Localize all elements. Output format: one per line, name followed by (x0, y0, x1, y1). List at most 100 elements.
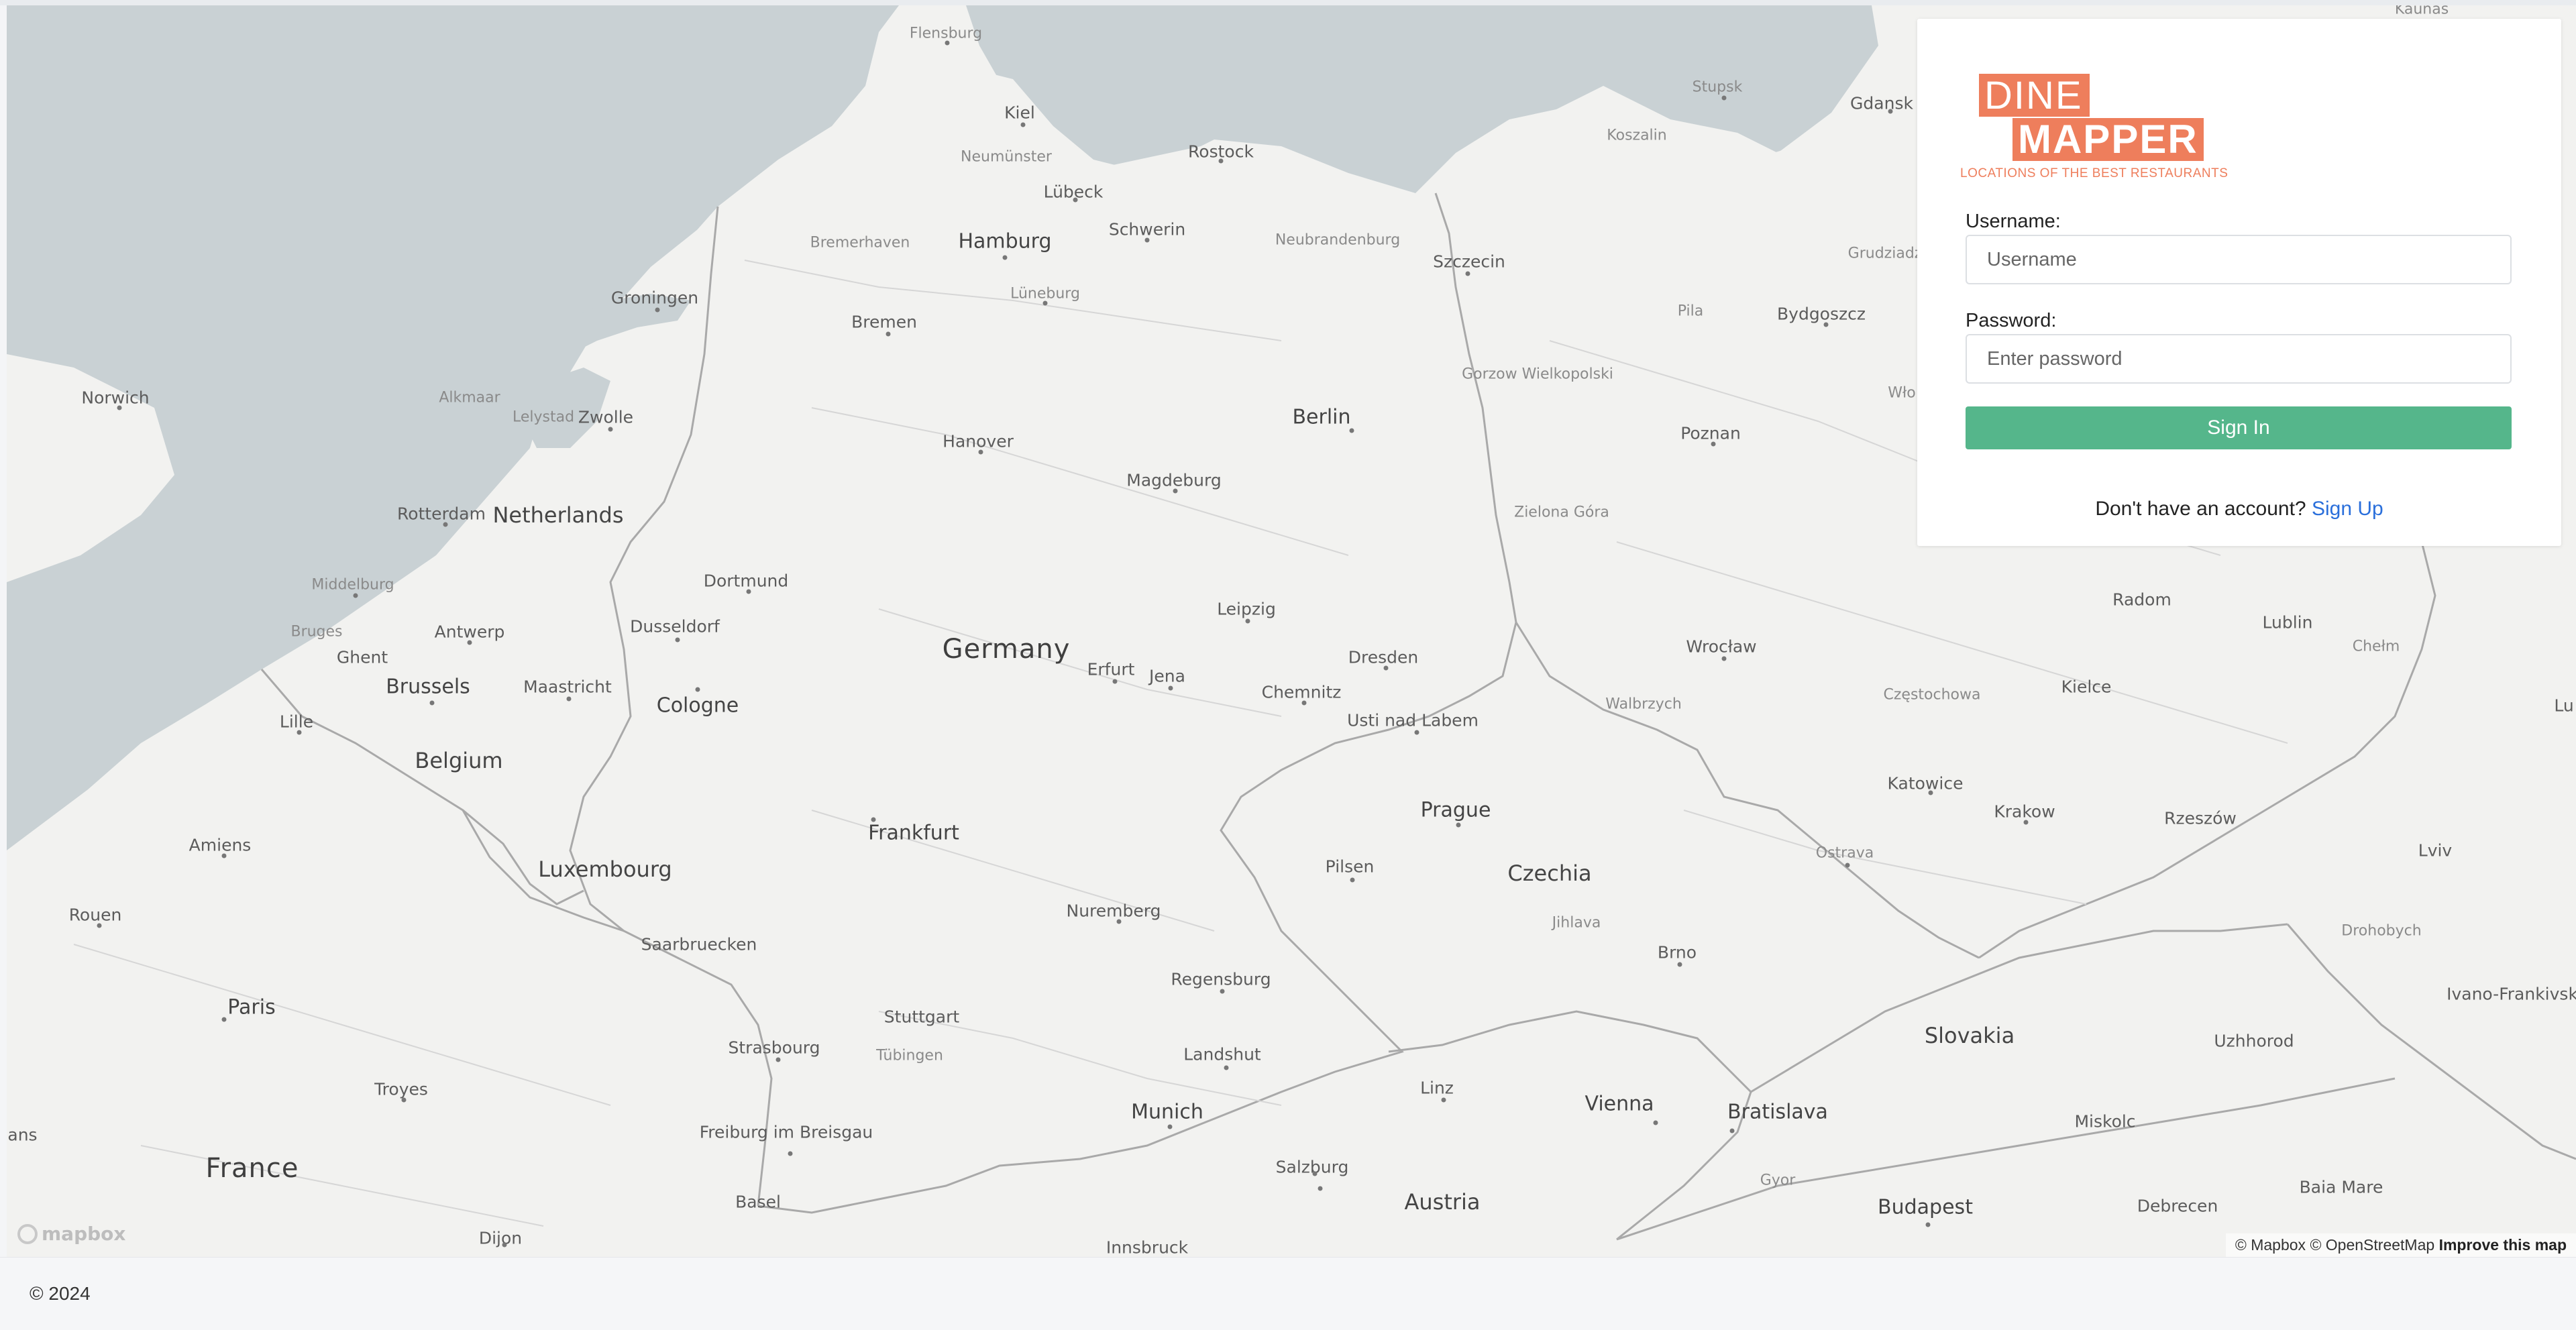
map-label-koszalin: Koszalin (1607, 127, 1667, 144)
map-label-austria: Austria (1404, 1189, 1481, 1215)
map-label-budapest: Budapest (1878, 1195, 1973, 1219)
city-dot (1925, 1222, 1931, 1227)
map-label-germany: Germany (942, 634, 1071, 665)
improve-map-link[interactable]: Improve this map (2439, 1236, 2567, 1254)
map-label-magdeburg: Magdeburg (1126, 470, 1222, 490)
map-label-pilsen: Pilsen (1325, 856, 1375, 877)
map-label-middelburg: Middelburg (311, 576, 394, 594)
city-dot (885, 331, 891, 337)
map-label-ostrava: Ostrava (1815, 844, 1874, 862)
map-label-leipzig: Leipzig (1217, 599, 1276, 619)
map-label-bruges: Bruges (290, 623, 343, 641)
map-label-brno: Brno (1657, 942, 1697, 962)
city-dot (655, 307, 660, 313)
map-label-che-m: Chełm (2352, 638, 2400, 655)
map-label-szczecin: Szczecin (1433, 252, 1505, 272)
map-label-czechia: Czechia (1507, 861, 1592, 886)
sign-in-button[interactable]: Sign In (1966, 406, 2512, 449)
city-dot (1168, 685, 1173, 691)
map-label-groningen: Groningen (610, 288, 699, 308)
map-label-miskolc: Miskolc (2074, 1111, 2136, 1131)
city-dot (788, 1151, 793, 1156)
map-label-ivano-frankivsk: Ivano-Frankivsk (2447, 984, 2576, 1004)
city-dot (1456, 822, 1461, 828)
username-input[interactable] (1966, 235, 2512, 284)
osm-attribution-link[interactable]: © OpenStreetMap (2310, 1236, 2434, 1254)
map-label-zielona-g-ra: Zielona Góra (1514, 504, 1609, 521)
signup-prompt: Don't have an account? (2095, 498, 2306, 520)
city-dot (1441, 1097, 1446, 1103)
city-dot (695, 687, 700, 692)
map-label-lelystad: Lelystad (512, 408, 575, 426)
city-dot (1729, 1128, 1735, 1133)
city-dot (1116, 919, 1122, 924)
map-label-freiburg-im-breisgau: Freiburg im Breisgau (699, 1122, 873, 1142)
map-label-katowice: Katowice (1887, 773, 1964, 793)
city-dot (1020, 122, 1026, 127)
city-dot (117, 405, 122, 410)
map-label-maastricht: Maastricht (523, 677, 612, 697)
map-label-luxembourg: Luxembourg (538, 856, 672, 882)
map-label-rouen: Rouen (68, 905, 122, 925)
username-label: Username: (1966, 211, 2061, 232)
city-dot (221, 1017, 227, 1022)
map-label-alkmaar: Alkmaar (439, 389, 500, 406)
map-label-dijon: Dijon (478, 1228, 523, 1248)
city-dot (1349, 428, 1354, 433)
map-label-lans: lans (7, 1125, 38, 1145)
map-label-landshut: Landshut (1183, 1044, 1261, 1064)
map-label-troyes: Troyes (374, 1079, 428, 1099)
map-label-lu: Lu (2554, 696, 2574, 716)
map-label-amiens: Amiens (189, 835, 252, 855)
city-dot (1383, 665, 1389, 671)
map-label-kielce: Kielce (2061, 677, 2112, 697)
map-label-lublin: Lublin (2262, 612, 2313, 632)
map-label-netherlands: Netherlands (492, 502, 624, 528)
logo-mapper: MAPPER (2012, 118, 2204, 161)
city-dot (1112, 679, 1118, 684)
map-label-poznan: Poznan (1680, 423, 1741, 443)
sign-up-link[interactable]: Sign Up (2312, 498, 2383, 520)
map-label-hanover: Hanover (943, 431, 1014, 451)
logo-tagline: LOCATIONS OF THE BEST RESTAURANTS (1960, 166, 2229, 180)
map-label-cologne: Cologne (656, 694, 739, 718)
map-label-pila: Pila (1677, 302, 1704, 320)
mapbox-attribution-link[interactable]: © Mapbox (2235, 1236, 2306, 1254)
city-dot (1721, 95, 1727, 101)
city-dot (1301, 700, 1307, 706)
city-dot (1042, 300, 1048, 306)
city-dot (871, 817, 876, 822)
map-label-cz-stochowa: Częstochowa (1883, 686, 1981, 704)
map-label-debrecen: Debrecen (2137, 1196, 2218, 1216)
map-label-bremerhaven: Bremerhaven (810, 234, 910, 252)
map-label-nuremberg: Nuremberg (1066, 901, 1161, 921)
map-label-jena: Jena (1149, 666, 1185, 686)
map-label-bremen: Bremen (851, 312, 917, 332)
password-input[interactable] (1966, 334, 2512, 384)
map-label-munich: Munich (1131, 1100, 1203, 1124)
map-label-stuttgart: Stuttgart (883, 1007, 960, 1027)
city-dot (401, 1097, 407, 1103)
map-label-usti-nad-labem: Usti nad Labem (1347, 710, 1479, 730)
map-label-chemnitz: Chemnitz (1261, 682, 1342, 702)
map-label-neubrandenburg: Neubrandenburg (1275, 231, 1401, 249)
city-dot (1224, 1065, 1229, 1070)
map-label-norwich: Norwich (81, 388, 150, 408)
city-dot (1220, 989, 1225, 994)
city-dot (608, 427, 613, 432)
map-label-neum-nster: Neumünster (961, 148, 1052, 166)
mapbox-logo[interactable]: mapbox (17, 1223, 125, 1245)
city-dot (1350, 877, 1355, 883)
mapbox-logo-text: mapbox (42, 1223, 126, 1245)
map-label-hamburg: Hamburg (958, 229, 1052, 254)
map-label-radom: Radom (2112, 590, 2171, 610)
map-label-krakow: Krakow (1994, 801, 2055, 822)
city-dot (1318, 1186, 1323, 1191)
map-label-gdansk: Gdansk (1850, 93, 1913, 113)
city-dot (978, 449, 983, 455)
city-dot (1144, 237, 1150, 243)
map-label-stupsk: Stupsk (1692, 78, 1743, 96)
map-label-rotterdam: Rotterdam (397, 504, 486, 524)
map-label-lviv: Lviv (2418, 840, 2453, 861)
map-label-t-bingen: Tübingen (876, 1047, 943, 1064)
